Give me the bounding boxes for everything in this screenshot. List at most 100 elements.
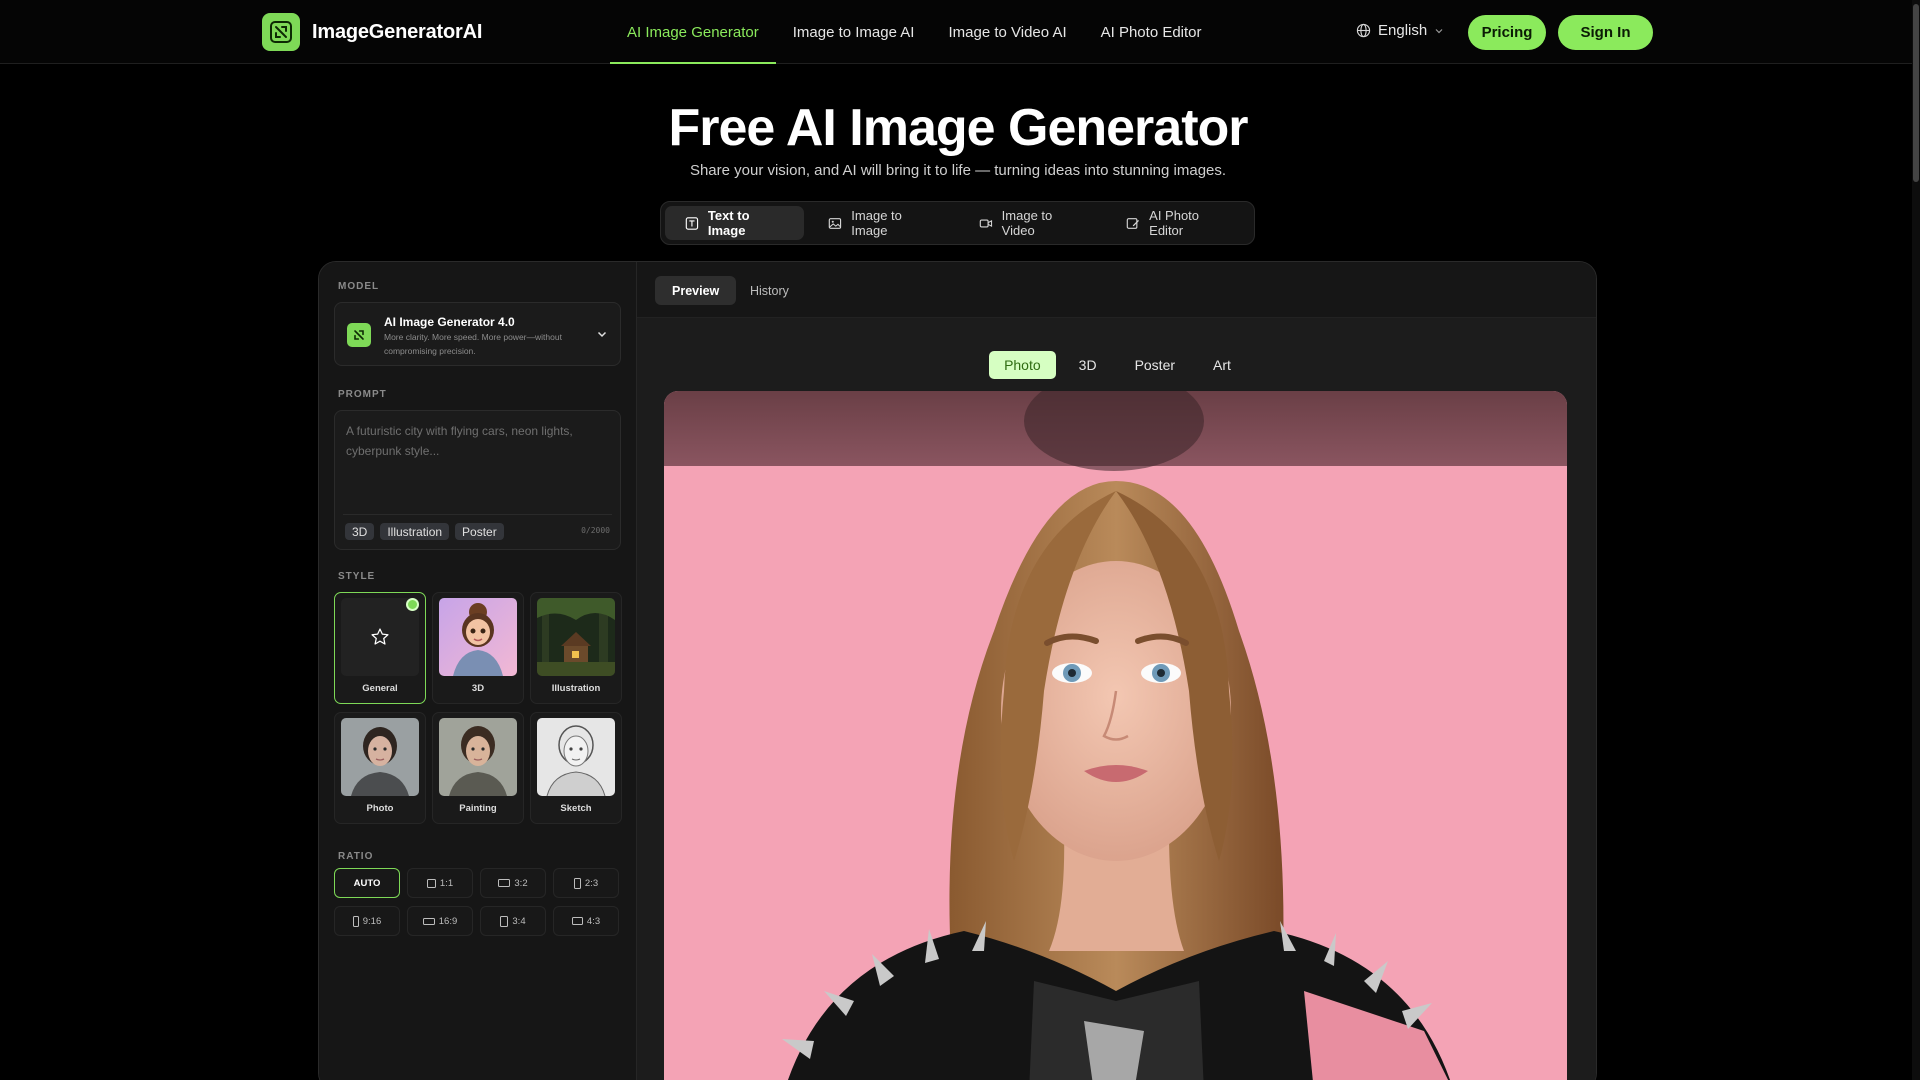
style-thumbnail: [439, 598, 517, 676]
logo-icon: [262, 13, 300, 51]
page-subtitle: Share your vision, and AI will bring it …: [689, 162, 1227, 179]
ratio-label: 3:4: [512, 915, 526, 927]
style-thumbnail: [341, 718, 419, 796]
style-option-sketch[interactable]: Sketch: [530, 712, 622, 824]
ratio-1-1[interactable]: 1:1: [407, 868, 473, 898]
brand-logo[interactable]: ImageGeneratorAI: [262, 13, 482, 51]
style-option-illustration[interactable]: Illustration: [530, 592, 622, 704]
prompt-input[interactable]: A futuristic city with flying cars, neon…: [334, 410, 621, 550]
ratio-grid: AUTO 1:1 3:2 2:3 9:16 16:9 3:4 4:3: [334, 868, 622, 936]
top-navigation-bar: ImageGeneratorAI AI Image Generator Imag…: [0, 0, 1920, 64]
ratio-4-3[interactable]: 4:3: [553, 906, 619, 936]
chip-illustration[interactable]: Illustration: [380, 523, 450, 540]
ratio-label: 2:3: [584, 877, 599, 889]
portrait-icon: [500, 915, 509, 927]
nav-ai-photo-editor[interactable]: AI Photo Editor: [1084, 0, 1219, 64]
portrait-icon: [352, 915, 359, 927]
style-thumbnail: [439, 718, 517, 796]
category-3d[interactable]: 3D: [1064, 351, 1112, 379]
style-name: Painting: [459, 803, 497, 814]
style-option-general[interactable]: General: [334, 592, 426, 704]
language-label: English: [1378, 22, 1428, 39]
tab-label: Image to Video: [1001, 208, 1053, 238]
ratio-16-9[interactable]: 16:9: [407, 906, 473, 936]
ratio-section-label: RATIO: [338, 851, 374, 862]
ratio-3-4[interactable]: 3:4: [480, 906, 546, 936]
ratio-2-3[interactable]: 2:3: [553, 868, 619, 898]
square-icon: [426, 878, 436, 888]
ratio-label: 1:1: [439, 877, 454, 889]
preview-panel: Preview History Photo 3D Poster Art: [637, 262, 1596, 1080]
settings-panel: MODEL AI Image Generator 4.0 More clarit…: [319, 262, 637, 1080]
ratio-auto[interactable]: AUTO: [334, 868, 400, 898]
star-icon: [371, 628, 389, 645]
ratio-label: AUTO: [353, 877, 381, 889]
tab-text-to-image[interactable]: Text to Image: [665, 206, 805, 240]
text-icon: [685, 216, 699, 230]
tab-label: AI Photo Editor: [1149, 208, 1200, 238]
chevron-down-icon: [1435, 28, 1443, 33]
style-name: Illustration: [551, 683, 601, 694]
landscape-icon: [498, 879, 511, 887]
chip-3d[interactable]: 3D: [345, 523, 375, 540]
tab-ai-photo-editor[interactable]: AI Photo Editor: [1106, 206, 1250, 240]
chip-poster[interactable]: Poster: [455, 523, 504, 540]
ratio-3-2[interactable]: 3:2: [480, 868, 546, 898]
landscape-icon: [422, 917, 435, 925]
ratio-9-16[interactable]: 9:16: [334, 906, 400, 936]
image-icon: [829, 217, 842, 229]
style-option-photo[interactable]: Photo: [334, 712, 426, 824]
tab-preview[interactable]: Preview: [655, 276, 737, 305]
prompt-chips: 3D Illustration Poster: [345, 523, 504, 540]
category-art[interactable]: Art: [1198, 351, 1246, 379]
model-logo-icon: [347, 323, 371, 347]
model-section-label: MODEL: [338, 281, 380, 292]
pricing-button[interactable]: Pricing: [1468, 15, 1546, 50]
character-count: 0/2000: [581, 526, 610, 535]
tab-history[interactable]: History: [733, 276, 806, 305]
style-name: Sketch: [560, 803, 592, 814]
ratio-label: 3:2: [514, 877, 528, 889]
style-name: General: [362, 683, 398, 694]
style-thumbnail: [537, 718, 615, 796]
tab-image-to-video[interactable]: Image to Video: [959, 206, 1102, 240]
sign-in-button[interactable]: Sign In: [1558, 15, 1653, 50]
preview-tabs: Preview History: [637, 262, 1596, 318]
style-thumbnail: [341, 598, 419, 676]
category-poster[interactable]: Poster: [1120, 351, 1190, 379]
landscape-icon: [571, 917, 583, 925]
style-thumbnail: [537, 598, 615, 676]
model-description: More clarity. More speed. More power—wit…: [384, 332, 562, 356]
generator-card: MODEL AI Image Generator 4.0 More clarit…: [318, 261, 1597, 1080]
tab-image-to-image[interactable]: Image to Image: [808, 206, 954, 240]
divider: [343, 514, 612, 515]
style-option-painting[interactable]: Painting: [432, 712, 524, 824]
nav-image-to-video[interactable]: Image to Video AI: [931, 0, 1083, 64]
tab-label: Text to Image: [707, 208, 750, 238]
model-selector[interactable]: AI Image Generator 4.0 More clarity. Mor…: [334, 302, 621, 366]
edit-icon: [1127, 217, 1140, 229]
prompt-section-label: PROMPT: [338, 389, 387, 400]
nav-image-to-image[interactable]: Image to Image AI: [776, 0, 932, 64]
page-title: Free AI Image Generator: [668, 99, 1248, 157]
style-name: Photo: [366, 803, 394, 814]
model-name: AI Image Generator 4.0: [384, 315, 515, 329]
prompt-placeholder: A futuristic city with flying cars, neon…: [346, 424, 573, 458]
style-section-label: STYLE: [338, 571, 376, 582]
language-selector[interactable]: English: [1356, 22, 1444, 39]
ratio-label: 9:16: [362, 915, 382, 927]
ratio-label: 4:3: [586, 915, 601, 927]
mode-tabs: Text to Image Image to Image Image to Vi…: [660, 201, 1255, 245]
portrait-icon: [573, 877, 581, 889]
style-option-3d[interactable]: 3D: [432, 592, 524, 704]
tab-label: Image to Image: [851, 208, 902, 238]
example-generated-image: [664, 391, 1567, 1080]
nav-ai-image-generator[interactable]: AI Image Generator: [610, 0, 776, 64]
selected-check-icon: [406, 598, 419, 611]
main-nav: AI Image Generator Image to Image AI Ima…: [610, 0, 1219, 64]
category-tabs: Photo 3D Poster Art: [637, 351, 1596, 379]
ratio-label: 16:9: [438, 915, 458, 927]
category-photo[interactable]: Photo: [989, 351, 1056, 379]
video-icon: [979, 218, 992, 228]
style-name: 3D: [471, 683, 485, 694]
